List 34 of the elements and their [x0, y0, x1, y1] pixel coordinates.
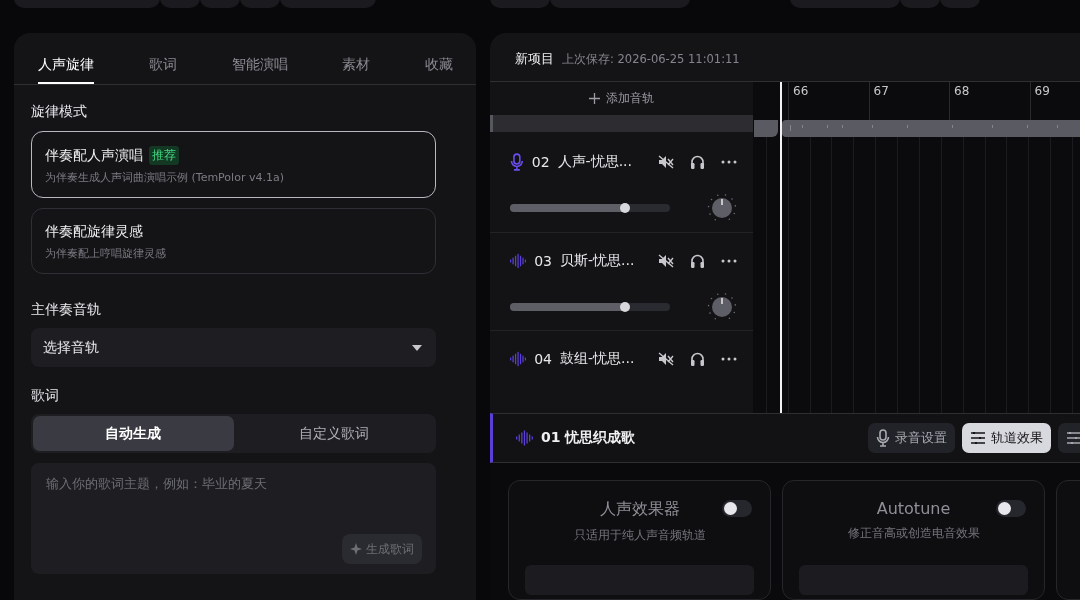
track-number: 03: [534, 252, 553, 269]
effect-title: Autotune: [876, 499, 951, 518]
segment-button[interactable]: 自定义歌词: [233, 416, 434, 451]
panel-tab[interactable]: 轨道效果: [962, 422, 1051, 453]
tab[interactable]: 素材: [342, 33, 371, 84]
section-label: 旋律模式: [31, 103, 88, 121]
tab[interactable]: 智能演唱: [231, 33, 288, 84]
track-name: 人声-忧思...: [557, 152, 633, 171]
track-number: 02: [531, 153, 550, 170]
track-select[interactable]: 选择音轨: [31, 328, 436, 367]
effect-description: 修正音高或创造电音效果: [847, 526, 980, 541]
option-title: 伴奏配旋律灵感: [45, 223, 143, 241]
tab[interactable]: 歌词: [148, 33, 177, 84]
option-description: 为伴奏配上哼唱旋律灵感: [45, 246, 167, 261]
add-track-button[interactable]: 添加音轨: [583, 89, 660, 109]
tab[interactable]: 人声旋律: [38, 33, 94, 84]
track-title: 01 忧思织成歌: [541, 428, 637, 447]
option-card[interactable]: 伴奏配旋律灵感 为伴奏配上哼唱旋律灵感: [31, 208, 436, 274]
section-label: 歌词: [31, 387, 60, 405]
effect-title: 人声效果器: [599, 499, 680, 520]
effect-description: 只适用于纯人声音频轨道: [573, 528, 706, 543]
save-time: 上次保存: 2026-06-25 11:01:11: [562, 52, 740, 67]
tab[interactable]: 收藏: [425, 33, 453, 84]
option-title: 伴奏配人声演唱: [45, 146, 143, 165]
panel-tab[interactable]: 录音设置: [868, 422, 955, 453]
track-number: 04: [534, 351, 553, 368]
option-card[interactable]: 伴奏配人声演唱 推荐 为伴奏生成人声词曲演唱示例 (TemPolor v4.1a): [31, 131, 436, 198]
track-name: 贝斯-忧思...: [560, 251, 636, 270]
project-title: 新项目: [515, 50, 554, 68]
section-label: 主伴奏音轨: [31, 301, 102, 319]
option-description: 为伴奏生成人声词曲演唱示例 (TemPolor v4.1a): [45, 170, 285, 185]
recommend-badge: 推荐: [149, 146, 179, 165]
track-name: 鼓组-忧思...: [560, 350, 636, 369]
segment-button[interactable]: 自动生成: [33, 416, 234, 451]
